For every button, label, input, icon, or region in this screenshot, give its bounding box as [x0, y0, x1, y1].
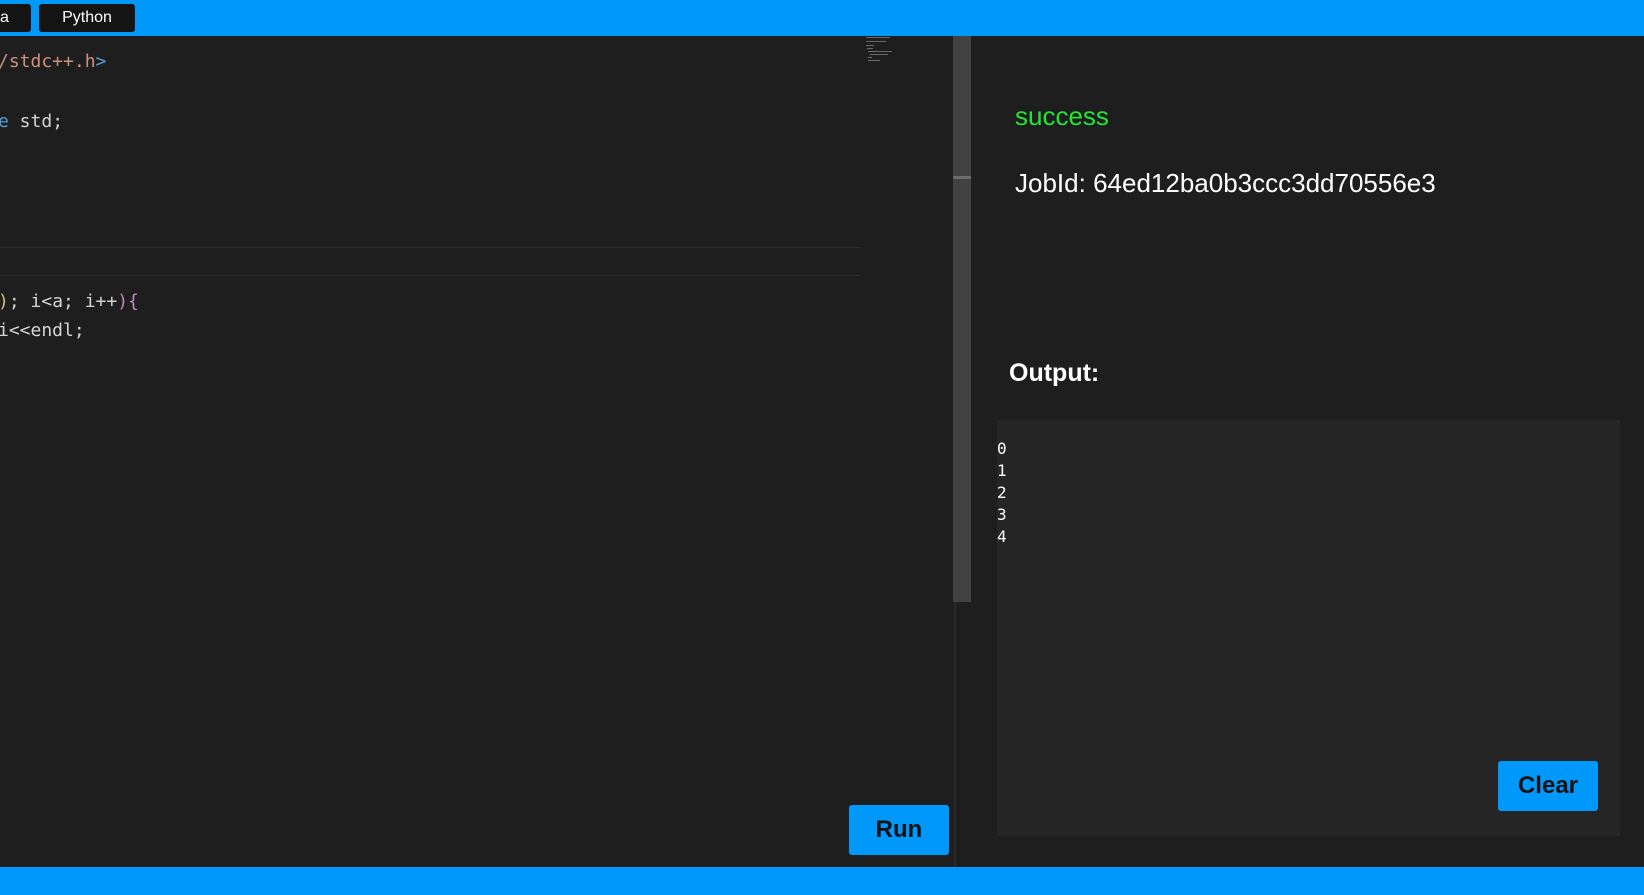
current-line-top-border	[0, 247, 860, 248]
output-heading: Output:	[1009, 359, 1100, 387]
code-line-for: ); i<a; i++){	[0, 290, 139, 314]
code-token-include-path: /stdc++.h	[0, 51, 96, 72]
output-line: 2	[997, 483, 1007, 502]
top-bar: a Python	[0, 0, 1644, 36]
scrollbar-position-marker	[953, 176, 971, 179]
code-token-namespace: e	[0, 111, 9, 132]
job-id-value: 64ed12ba0b3ccc3dd70556e3	[1093, 168, 1436, 198]
code-token-for-body: ; i<a; i++	[8, 291, 118, 312]
editor-minimap[interactable]	[866, 36, 896, 66]
code-token-brace: ){	[117, 291, 139, 312]
code-line-cout: i<<endl;	[0, 319, 85, 343]
code-token-paren: )	[0, 291, 9, 312]
output-line: 0	[997, 439, 1007, 458]
job-id-label: JobId:	[1015, 168, 1086, 198]
code-line-2: e std;	[0, 110, 63, 134]
clear-button[interactable]: Clear	[1498, 761, 1598, 811]
output-line: 1	[997, 461, 1007, 480]
output-line: 3	[997, 505, 1007, 524]
job-id: JobId: 64ed12ba0b3ccc3dd70556e3	[1015, 167, 1436, 199]
output-line: 4	[997, 527, 1007, 546]
tab-python[interactable]: Python	[39, 4, 135, 32]
tab-language-cut[interactable]: a	[0, 4, 31, 32]
run-button[interactable]: Run	[849, 805, 949, 855]
current-line-bottom-border	[0, 275, 860, 276]
code-token-endl: i<<endl;	[0, 320, 85, 341]
code-token-std: std;	[8, 111, 64, 132]
status-text: success	[1015, 101, 1109, 131]
code-token-angle-bracket: >	[95, 51, 107, 72]
code-editor[interactable]: /stdc++.h> e std; ); i<a; i++){ i<<endl;…	[0, 36, 955, 867]
bottom-status-bar	[0, 867, 1644, 895]
editor-scrollbar[interactable]	[953, 36, 971, 602]
code-line-1: /stdc++.h>	[0, 50, 106, 74]
